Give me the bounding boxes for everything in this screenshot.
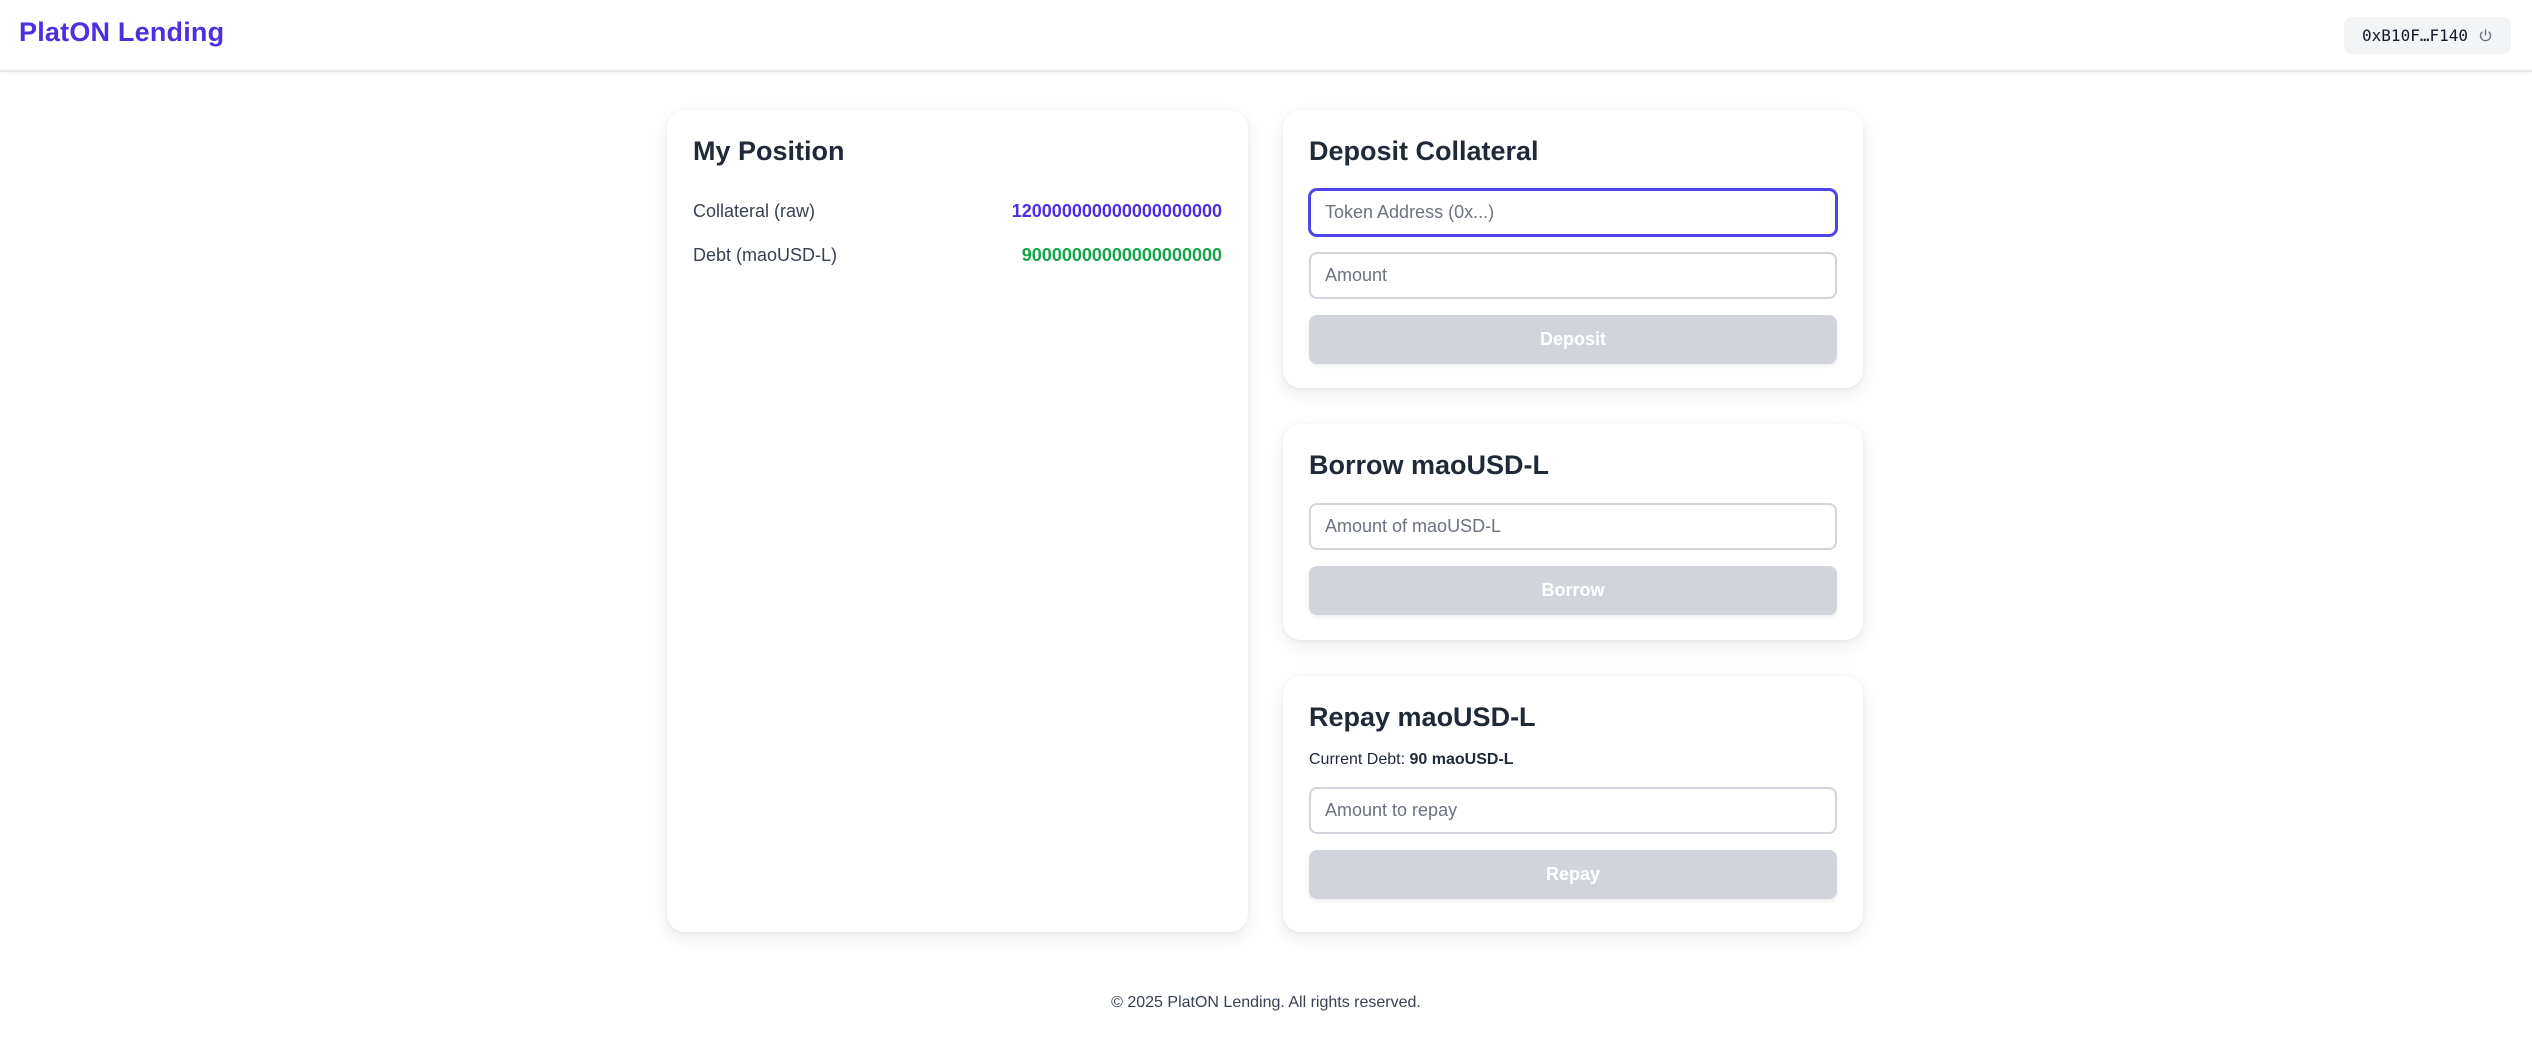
repay-card: Repay maoUSD-L Current Debt: 90 maoUSD-L… [1283, 676, 1863, 932]
borrow-title: Borrow maoUSD-L [1309, 450, 1550, 480]
debt-row: Debt (maoUSD-L) 90000000000000000000 [693, 233, 1222, 277]
deposit-button[interactable]: Deposit [1309, 315, 1837, 364]
token-address-input[interactable] [1309, 189, 1837, 236]
current-debt: Current Debt: 90 maoUSD-L [1309, 751, 1837, 769]
top-bar: PlatON Lending 0xB10F…F140 [0, 0, 2532, 72]
collateral-label: Collateral (raw) [693, 200, 816, 221]
position-title: My Position [693, 136, 845, 166]
brand-logo[interactable]: PlatON Lending [19, 17, 224, 48]
debt-value: 90000000000000000000 [1021, 244, 1222, 265]
deposit-title: Deposit Collateral [1309, 136, 1539, 166]
repay-title: Repay maoUSD-L [1309, 702, 1536, 732]
current-debt-value: 90 maoUSD-L [1409, 751, 1514, 768]
current-debt-label: Current Debt: [1309, 751, 1406, 768]
power-icon [2478, 28, 2493, 43]
wallet-button[interactable]: 0xB10F…F140 [2344, 17, 2511, 54]
borrow-card: Borrow maoUSD-L Borrow [1283, 424, 1863, 640]
collateral-value: 120000000000000000000 [1011, 200, 1222, 221]
repay-button[interactable]: Repay [1309, 850, 1837, 899]
borrow-button[interactable]: Borrow [1309, 566, 1837, 615]
collateral-row: Collateral (raw) 120000000000000000000 [693, 189, 1222, 233]
debt-label: Debt (maoUSD-L) [693, 244, 838, 265]
borrow-amount-input[interactable] [1309, 503, 1837, 550]
footer-copyright: © 2025 PlatON Lending. All rights reserv… [1111, 994, 1421, 1011]
deposit-amount-input[interactable] [1309, 252, 1837, 299]
my-position-card: My Position Collateral (raw) 12000000000… [667, 110, 1248, 932]
repay-amount-input[interactable] [1309, 787, 1837, 834]
wallet-address: 0xB10F…F140 [2362, 26, 2468, 45]
deposit-collateral-card: Deposit Collateral Deposit [1283, 110, 1863, 388]
